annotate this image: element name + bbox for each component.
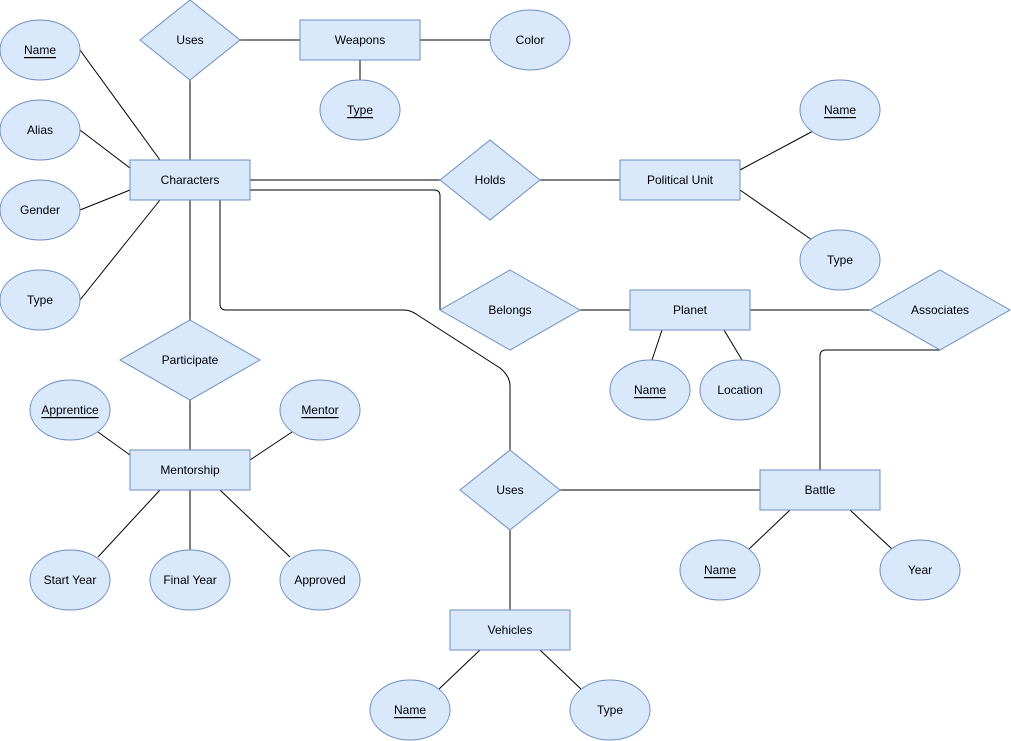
entity-label: Planet: [673, 303, 708, 317]
relationship-uses-weapons[interactable]: Uses: [139, 0, 241, 81]
attribute-battle-name[interactable]: Name: [679, 539, 761, 601]
edge-vehicles-name: [437, 649, 481, 691]
edge-characters-alias: [79, 129, 131, 169]
relationship-participate[interactable]: Participate: [118, 319, 262, 401]
attribute-vehicle-name[interactable]: Name: [369, 679, 451, 741]
attribute-label: Approved: [294, 573, 345, 587]
entity-label: Vehicles: [488, 623, 533, 637]
edge-political-unit-name: [739, 129, 816, 171]
attribute-label: Name: [394, 703, 426, 717]
entity-label: Political Unit: [647, 173, 714, 187]
relationship-label: Holds: [475, 173, 506, 187]
entity-label: Characters: [161, 173, 220, 187]
entity-label: Battle: [805, 483, 836, 497]
attribute-character-alias[interactable]: Alias: [0, 99, 81, 161]
edge-planet-name: [651, 329, 663, 361]
attribute-character-type[interactable]: Type: [0, 269, 81, 331]
attribute-label: Name: [704, 563, 736, 577]
edge-characters-name: [79, 49, 161, 161]
edge-characters-belongs: [250, 189, 441, 310]
entity-mentorship[interactable]: Mentorship: [129, 449, 251, 491]
attribute-label: Final Year: [163, 573, 216, 587]
relationship-label: Associates: [911, 303, 969, 317]
edge-planet-location: [723, 329, 743, 361]
attribute-label: Apprentice: [41, 403, 99, 417]
entity-battle[interactable]: Battle: [759, 469, 881, 511]
edge-characters-gender: [79, 189, 131, 211]
entity-vehicles[interactable]: Vehicles: [449, 609, 571, 651]
edge-associates-battle: [819, 349, 940, 470]
relationship-label: Participate: [162, 353, 219, 367]
attribute-label: Alias: [27, 123, 53, 137]
entity-planet[interactable]: Planet: [629, 289, 751, 331]
edge-political-unit-type: [739, 189, 813, 241]
attribute-mentorship-mentor[interactable]: Mentor: [279, 379, 361, 441]
edge-mentorship-approved: [219, 489, 291, 558]
attribute-political-unit-name[interactable]: Name: [799, 79, 881, 141]
attribute-label: Gender: [20, 203, 60, 217]
relationship-label: Uses: [176, 33, 203, 47]
attribute-planet-location[interactable]: Location: [699, 359, 781, 421]
entity-characters[interactable]: Characters: [129, 159, 251, 201]
edge-battle-name: [747, 509, 791, 551]
edge-mentorship-apprentice: [97, 431, 131, 456]
attribute-mentorship-approved[interactable]: Approved: [279, 549, 361, 611]
attribute-weapon-type[interactable]: Type: [319, 79, 401, 141]
entity-label: Weapons: [335, 33, 385, 47]
edge-vehicles-type: [539, 649, 583, 691]
attribute-label: Type: [827, 253, 853, 267]
attribute-character-gender[interactable]: Gender: [0, 179, 81, 241]
attribute-mentorship-apprentice[interactable]: Apprentice: [29, 379, 111, 441]
attribute-label: Type: [347, 103, 373, 117]
attribute-label: Type: [597, 703, 623, 717]
attribute-political-unit-type[interactable]: Type: [799, 229, 881, 291]
attribute-mentorship-start-year[interactable]: Start Year: [29, 549, 111, 611]
attribute-label: Year: [908, 563, 932, 577]
attribute-label: Color: [516, 33, 545, 47]
relationship-uses-vehicles[interactable]: Uses: [459, 449, 561, 531]
relationship-label: Belongs: [488, 303, 531, 317]
relationship-associates[interactable]: Associates: [868, 269, 1011, 351]
attribute-battle-year[interactable]: Year: [879, 539, 961, 601]
entity-label: Mentorship: [160, 463, 220, 477]
edge-battle-year: [849, 509, 893, 550]
entity-political-unit[interactable]: Political Unit: [619, 159, 741, 201]
edge-mentorship-start-year: [97, 489, 161, 558]
attribute-label: Name: [824, 103, 856, 117]
entity-weapons[interactable]: Weapons: [299, 19, 421, 61]
attribute-label: Name: [24, 43, 56, 57]
attribute-vehicle-type[interactable]: Type: [569, 679, 651, 741]
attribute-label: Start Year: [44, 573, 97, 587]
relationship-belongs[interactable]: Belongs: [438, 269, 582, 351]
attribute-planet-name[interactable]: Name: [609, 359, 691, 421]
relationship-holds[interactable]: Holds: [439, 139, 541, 221]
edge-characters-type: [79, 199, 161, 301]
relationship-label: Uses: [496, 483, 523, 497]
attribute-mentorship-final-year[interactable]: Final Year: [149, 549, 231, 611]
er-diagram: Characters Weapons Political Unit Planet…: [0, 0, 1011, 741]
attribute-label: Type: [27, 293, 53, 307]
attribute-label: Name: [634, 383, 666, 397]
attribute-weapon-color[interactable]: Color: [489, 9, 571, 71]
edge-mentorship-mentor: [249, 431, 293, 461]
attribute-label: Mentor: [301, 403, 338, 417]
attribute-label: Location: [717, 383, 762, 397]
attribute-character-name[interactable]: Name: [0, 19, 81, 81]
